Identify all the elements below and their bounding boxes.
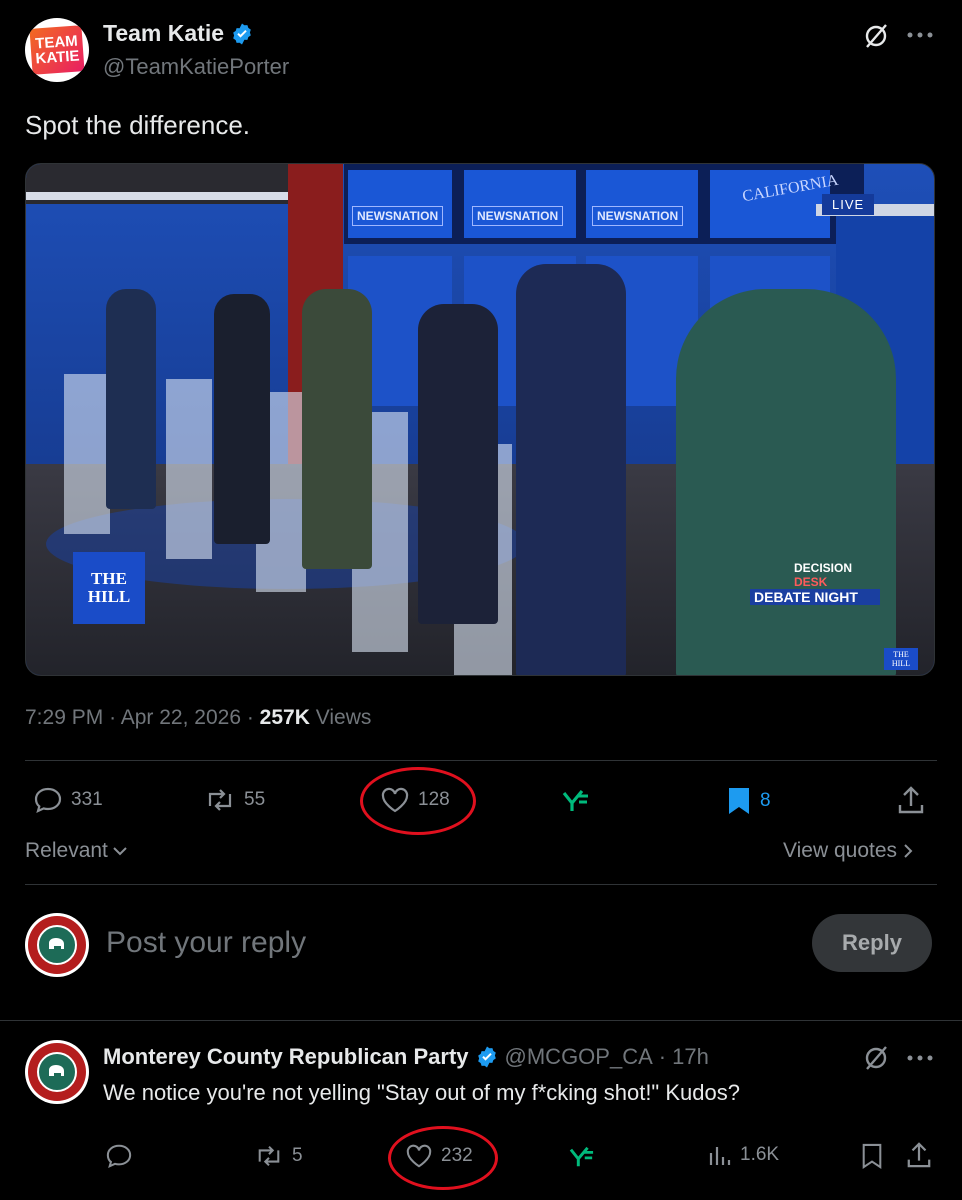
the-hill-corner-logo: THE HILL: [884, 648, 918, 670]
reply-views-action[interactable]: 1.6K: [708, 1143, 779, 1167]
author-name-row: Team Katie: [103, 20, 254, 47]
podium-1: [64, 374, 110, 534]
more-options-icon[interactable]: [906, 30, 934, 40]
reply-icon: [33, 786, 63, 814]
candidate-4: [418, 304, 498, 624]
verified-badge-icon: [475, 1045, 499, 1069]
seal-center: [37, 1052, 77, 1092]
author-avatar[interactable]: TEAM KATIE: [25, 18, 89, 82]
view-quotes-link[interactable]: View quotes: [783, 839, 913, 863]
views-label: Views: [315, 706, 372, 729]
post-meta: 7:29 PM · Apr 22, 2026 · 257K Views: [25, 706, 371, 730]
reply-author-handle[interactable]: @MCGOP_CA: [505, 1044, 653, 1070]
the-hill-logo-text: THE HILL: [87, 569, 131, 606]
divider: [25, 884, 937, 885]
repost-icon: [254, 1143, 284, 1169]
elephant-icon: [49, 1065, 64, 1076]
reply-action[interactable]: 331: [33, 786, 103, 814]
divider: [0, 1020, 962, 1021]
composer-avatar: [25, 913, 89, 977]
bug-line-1: DECISION: [794, 561, 853, 575]
candidate-3: [302, 289, 372, 569]
reply-button[interactable]: Reply: [812, 914, 932, 972]
sort-dropdown[interactable]: Relevant: [25, 839, 128, 863]
reply-text: We notice you're not yelling "Stay out o…: [103, 1080, 740, 1105]
post-image[interactable]: NEWSNATION NEWSNATION NEWSNATION CALIFOR…: [25, 163, 935, 676]
team-katie-logo: TEAM KATIE: [29, 25, 85, 75]
bookmark-count: 8: [760, 790, 771, 811]
reply-icon[interactable]: [105, 1143, 133, 1169]
like-highlight-ring: [388, 1126, 498, 1190]
reply-header: Monterey County Republican Party @MCGOP_…: [103, 1044, 709, 1070]
like-highlight-ring: [360, 767, 476, 835]
divider: [25, 760, 937, 761]
views-count: 257K: [259, 706, 310, 729]
grok-icon[interactable]: [862, 22, 890, 50]
candidate-5: [516, 264, 626, 675]
sort-label: Relevant: [25, 839, 108, 862]
reply-author-name[interactable]: Monterey County Republican Party: [103, 1044, 469, 1070]
the-hill-logo: THE HILL: [73, 552, 145, 624]
bug-line-2: DESK: [794, 575, 828, 589]
candidate-6: [676, 289, 896, 675]
newsnation-banner-2: NEWSNATION: [472, 206, 564, 226]
post-date[interactable]: Apr 22, 2026: [121, 706, 241, 729]
reply-input[interactable]: Post your reply: [106, 926, 306, 960]
meta-separator: ·: [658, 1044, 667, 1069]
verified-badge-icon: [230, 22, 254, 46]
seal-center: [37, 925, 77, 965]
candidate-1: [106, 289, 156, 509]
share-icon[interactable]: [906, 1141, 932, 1169]
repost-count: 55: [244, 789, 266, 810]
candidate-2: [214, 294, 270, 544]
meta-separator: ·: [246, 706, 260, 729]
author-handle[interactable]: @TeamKatiePorter: [103, 54, 289, 80]
bookmark-filled-icon: [726, 786, 752, 816]
chevron-down-icon: [112, 845, 128, 857]
newsnation-banner-1: NEWSNATION: [352, 206, 444, 226]
view-quotes-label: View quotes: [783, 839, 898, 862]
reply-repost-action[interactable]: 5: [254, 1143, 303, 1169]
reply-views-count: 1.6K: [740, 1144, 780, 1165]
newsnation-banner-3: NEWSNATION: [592, 206, 684, 226]
live-badge: LIVE: [822, 194, 875, 215]
repost-icon: [204, 786, 236, 814]
mcgop-seal: [28, 1043, 86, 1101]
podium-2: [166, 379, 212, 559]
bookmark-icon[interactable]: [860, 1142, 884, 1170]
bookmark-action[interactable]: 8: [726, 786, 771, 816]
more-options-icon[interactable]: [906, 1053, 934, 1063]
repost-action[interactable]: 55: [204, 786, 265, 814]
grok-icon[interactable]: [862, 1044, 890, 1072]
grok-action-icon[interactable]: [568, 1145, 596, 1169]
post-time[interactable]: 7:29 PM: [25, 706, 103, 729]
reply-repost-count: 5: [292, 1145, 303, 1166]
mcgop-seal: [28, 916, 86, 974]
post-text: Spot the difference.: [25, 110, 251, 140]
reply-avatar[interactable]: [25, 1040, 89, 1104]
meta-separator: ·: [109, 706, 121, 729]
elephant-icon: [49, 938, 64, 949]
reply-count: 331: [71, 789, 103, 810]
grok-action-icon[interactable]: [561, 788, 591, 814]
logo-text-bottom: KATIE: [35, 47, 81, 68]
bug-line-3: DEBATE NIGHT: [750, 589, 880, 605]
analytics-icon: [708, 1143, 732, 1167]
author-name[interactable]: Team Katie: [103, 20, 224, 47]
share-icon[interactable]: [897, 785, 925, 815]
reply-time-ago[interactable]: 17h: [672, 1044, 709, 1070]
chevron-right-icon: [903, 843, 913, 859]
decision-desk-bug: DECISION DESK DEBATE NIGHT: [750, 561, 880, 605]
